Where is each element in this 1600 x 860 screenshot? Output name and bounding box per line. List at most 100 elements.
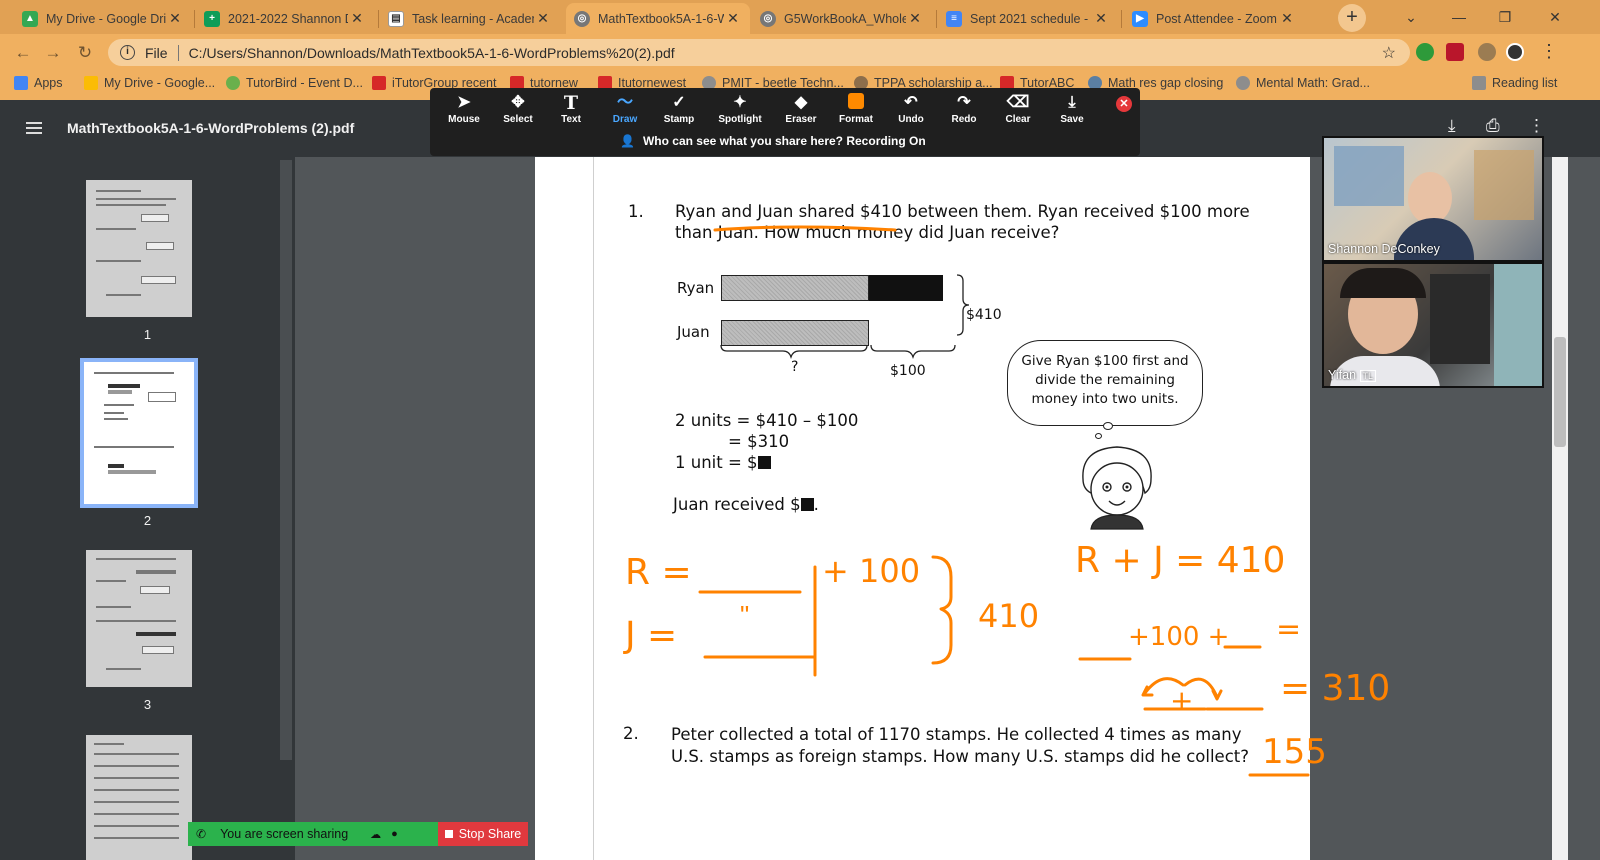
ublock-icon[interactable] <box>1446 43 1464 61</box>
page-thumbnail-3[interactable] <box>86 550 192 687</box>
format-tool[interactable]: Format <box>829 92 883 128</box>
forward-icon[interactable]: → <box>40 40 66 66</box>
profile-avatar[interactable] <box>1506 43 1524 61</box>
participant-name: Yifan TL <box>1328 368 1377 382</box>
mouse-tool[interactable]: ➤ Mouse <box>437 92 491 128</box>
new-tab-button[interactable]: + <box>1338 4 1366 32</box>
more-options-icon[interactable]: ⋮ <box>1528 116 1545 136</box>
browser-tab-strip: ▲ My Drive - Google Drive ✕ + 2021-2022 … <box>0 0 1600 34</box>
close-icon[interactable]: ✕ <box>1092 10 1110 27</box>
back-icon[interactable]: ← <box>10 40 36 66</box>
redo-icon: ↷ <box>957 94 971 111</box>
cloud-icon[interactable]: ☁ <box>370 828 381 841</box>
info-icon[interactable]: i <box>120 45 135 60</box>
reading-list-icon <box>1472 76 1486 90</box>
bookshelf <box>1430 274 1490 364</box>
zoom-icon: ▶ <box>1132 10 1148 27</box>
text-icon: T <box>563 92 579 114</box>
tab-title: Task learning - Academ... <box>412 11 534 26</box>
annotation-plus-100: + 100 <box>822 552 921 590</box>
bookmark-my-drive[interactable]: My Drive - Google... <box>84 76 215 90</box>
stop-share-button[interactable]: Stop Share <box>438 822 528 846</box>
close-icon[interactable]: ✕ <box>724 10 742 27</box>
tab-math-textbook[interactable]: ◎ MathTextbook5A-1-6-W... ✕ <box>566 3 750 34</box>
annotation-j-eq: J = <box>625 615 678 656</box>
google-drive-icon: ▲ <box>22 10 38 27</box>
tab-title: Sept 2021 schedule - Go... <box>970 11 1092 26</box>
itutor-icon <box>372 76 386 90</box>
puzzle-icon[interactable] <box>1478 43 1496 61</box>
annotation-sum-eq: R + J = 410 <box>1075 540 1286 581</box>
close-icon[interactable]: ✕ <box>166 10 184 27</box>
save-tool[interactable]: ⤓ Save <box>1045 92 1099 128</box>
zoom-annotation-toolbar: ➤ Mouse ✥ Select T Text 〜 Draw ✓ Stamp ✦ Spotl… <box>430 88 1140 156</box>
url-scheme: File <box>145 44 168 61</box>
star-icon[interactable]: ☆ <box>1382 43 1396 63</box>
recording-notice[interactable]: 👤 Who can see what you share here? Record… <box>620 134 926 148</box>
tab-zoom[interactable]: ▶ Post Attendee - Zoom ✕ <box>1124 3 1304 34</box>
print-icon[interactable]: ⎙ <box>1486 116 1500 136</box>
hamburger-menu-icon[interactable] <box>26 122 42 134</box>
cursor-icon: ➤ <box>457 94 471 111</box>
people-icon: 👤 <box>620 134 635 148</box>
bookmark-mental-math[interactable]: Mental Math: Grad... <box>1236 76 1370 90</box>
minimize-button[interactable]: — <box>1436 0 1482 34</box>
tab-task-learning[interactable]: ▤ Task learning - Academ... ✕ <box>380 3 560 34</box>
tab-sheets[interactable]: + 2021-2022 Shannon De... ✕ <box>196 3 374 34</box>
stamp-tool[interactable]: ✓ Stamp <box>652 92 706 128</box>
reading-list[interactable]: Reading list <box>1472 76 1557 90</box>
close-window-button[interactable]: ✕ <box>1532 0 1578 34</box>
wall-poster <box>1334 146 1404 206</box>
page-thumbnail-1[interactable] <box>86 180 192 317</box>
reload-icon[interactable]: ↻ <box>72 40 98 66</box>
annotation-ditto: " <box>740 600 750 630</box>
spotlight-tool[interactable]: ✦ Spotlight <box>713 92 767 128</box>
apps-grid-icon <box>14 76 28 90</box>
thumbnail-number: 3 <box>143 697 152 712</box>
close-icon[interactable]: ✕ <box>1278 10 1296 27</box>
page-scrollbar-thumb[interactable] <box>1554 337 1566 447</box>
close-icon[interactable]: ✕ <box>348 10 366 27</box>
extension-icon[interactable] <box>1416 43 1434 61</box>
bookmark-tutorbird[interactable]: TutorBird - Event D... <box>226 76 363 90</box>
close-icon[interactable]: ✕ <box>534 10 552 27</box>
sidebar-scrollbar[interactable] <box>280 160 292 760</box>
tab-title: G5WorkBookA_WholeN... <box>784 11 906 26</box>
bookmark-apps[interactable]: Apps <box>14 76 63 90</box>
tab-schedule[interactable]: ≡ Sept 2021 schedule - Go... ✕ <box>938 3 1118 34</box>
page-thumbnail-2[interactable] <box>84 362 194 504</box>
url-input[interactable]: i File C:/Users/Shannon/Downloads/MathTe… <box>108 39 1410 66</box>
page-thumbnail-4[interactable] <box>86 735 192 860</box>
maximize-button[interactable]: ❐ <box>1482 0 1528 34</box>
annotation-plus: + <box>1170 684 1194 717</box>
curtain <box>1494 264 1542 386</box>
participant-name: Shannon DeConkey <box>1328 242 1440 256</box>
tab-workbook[interactable]: ◎ G5WorkBookA_WholeN... ✕ <box>752 3 932 34</box>
undo-tool[interactable]: ↶ Undo <box>884 92 938 128</box>
text-tool[interactable]: T Text <box>544 92 598 128</box>
clear-tool[interactable]: ⌫ Clear <box>991 92 1045 128</box>
draw-tool[interactable]: 〜 Draw <box>598 92 652 128</box>
annotation-155: 155 <box>1262 732 1327 772</box>
screen-sharing-bar: ✆ You are screen sharing ☁ ● <box>188 822 438 846</box>
tab-title: My Drive - Google Drive <box>46 11 166 26</box>
thumbnail-number: 1 <box>143 327 152 342</box>
download-icon[interactable]: ⤓ <box>1448 116 1456 136</box>
page-scrollbar[interactable] <box>1552 157 1568 860</box>
tab-search-icon[interactable]: ⌄ <box>1388 0 1434 34</box>
eraser-tool[interactable]: ◆ Eraser <box>774 92 828 128</box>
save-icon: ⤓ <box>1068 94 1076 111</box>
participant-video-shannon[interactable]: Shannon DeConkey <box>1322 136 1544 262</box>
select-tool[interactable]: ✥ Select <box>491 92 545 128</box>
underline-stroke <box>713 225 897 232</box>
annotation-eq-310: = 310 <box>1280 668 1391 709</box>
close-annotation-button[interactable]: ✕ <box>1116 96 1132 112</box>
redo-tool[interactable]: ↷ Redo <box>937 92 991 128</box>
kebab-menu-icon[interactable]: ⋮ <box>1540 41 1558 62</box>
tab-my-drive[interactable]: ▲ My Drive - Google Drive ✕ <box>14 3 192 34</box>
sharing-status: You are screen sharing <box>220 827 349 841</box>
close-icon[interactable]: ✕ <box>906 10 924 27</box>
globe-icon <box>1236 76 1250 90</box>
participant-video-yifan[interactable]: Yifan TL <box>1322 262 1544 388</box>
shield-icon[interactable]: ● <box>391 828 398 840</box>
